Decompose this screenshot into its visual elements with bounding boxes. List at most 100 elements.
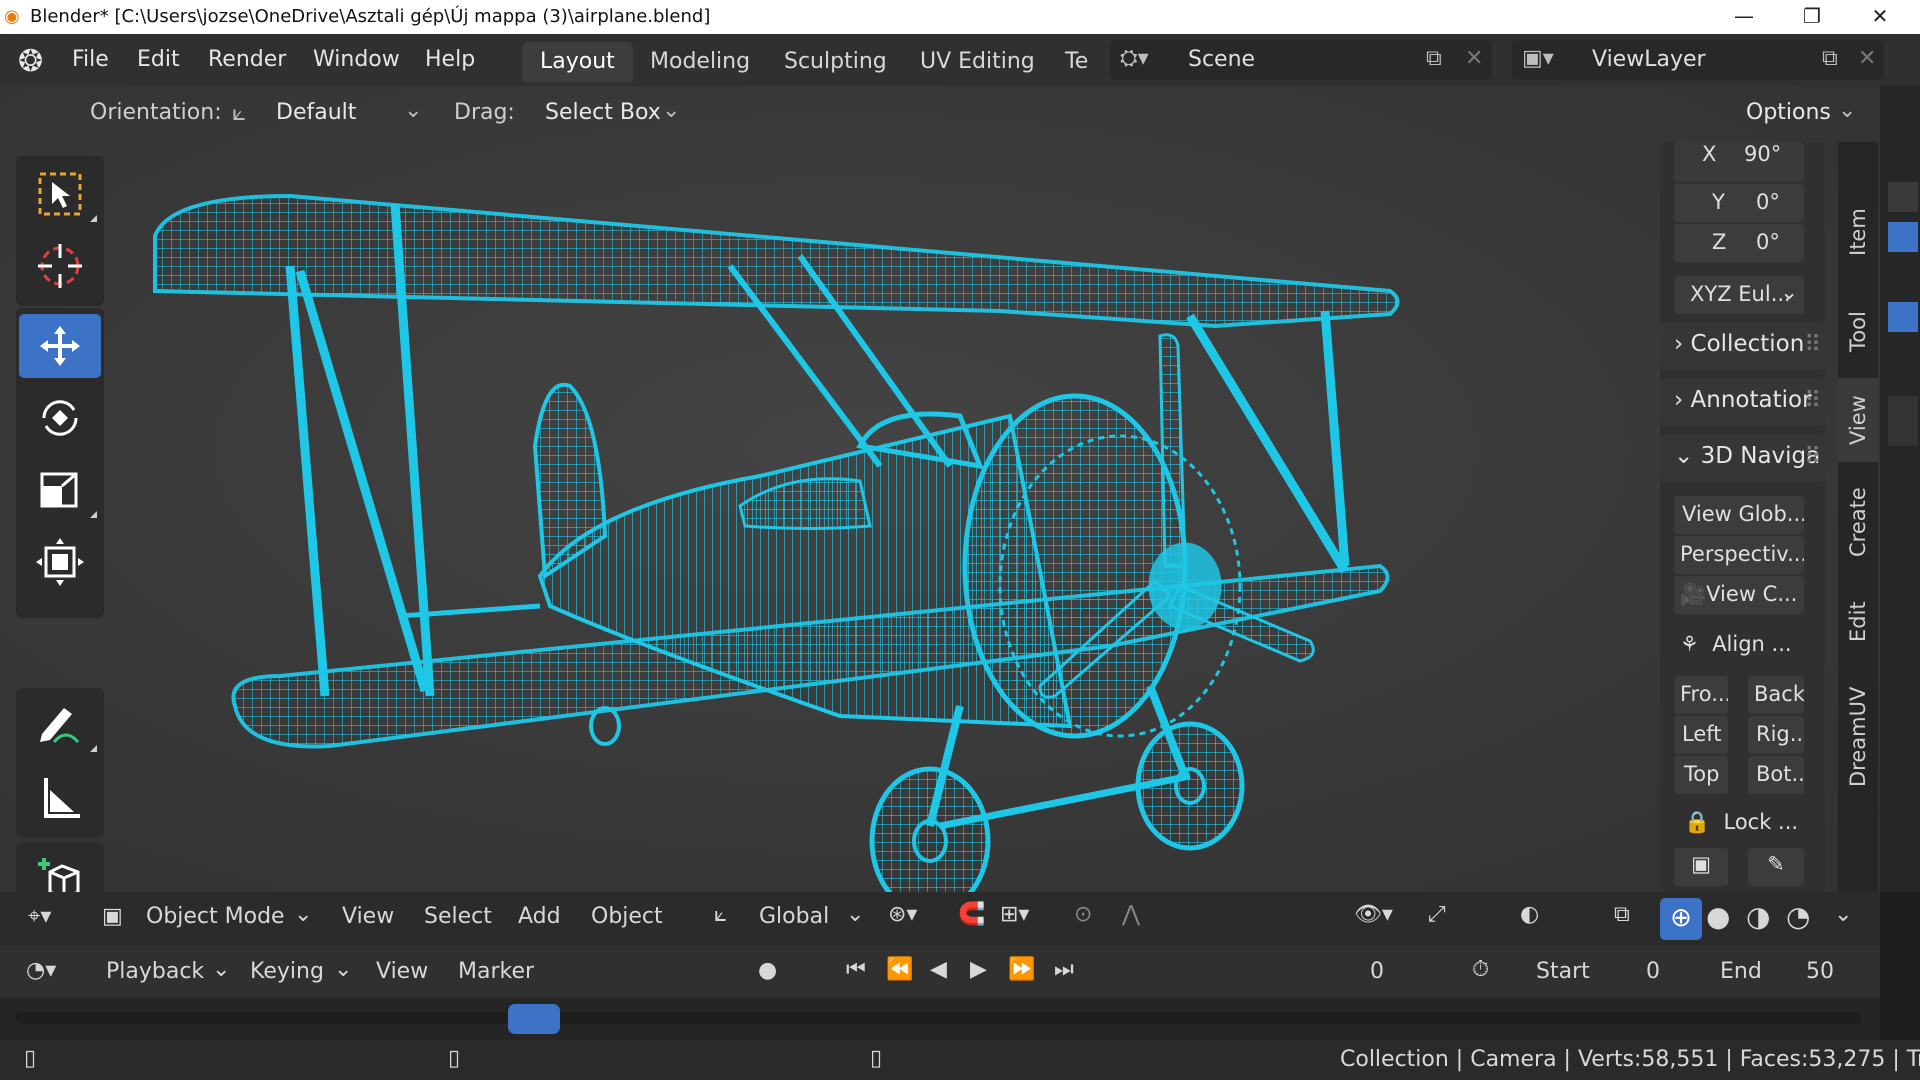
tab-edit[interactable]: Edit bbox=[1838, 582, 1878, 662]
rotation-y-field[interactable]: Y 0° bbox=[1674, 184, 1804, 222]
rotate-tool[interactable] bbox=[19, 386, 101, 450]
rotation-z-field[interactable]: Z 0° bbox=[1674, 224, 1804, 262]
restore-button[interactable]: ❐ bbox=[1778, 0, 1846, 34]
scale-tool[interactable] bbox=[19, 458, 101, 522]
eyedropper-icon[interactable]: ✎ bbox=[1748, 848, 1804, 886]
delete-view-layer-icon[interactable]: ✕ bbox=[1858, 46, 1876, 71]
blender-menu-icon[interactable]: ❂ bbox=[18, 44, 43, 79]
panel-3d-navigation[interactable]: ⌄ 3D Naviga ⠿ bbox=[1660, 434, 1825, 482]
prev-keyframe-icon[interactable]: ⏪ bbox=[886, 957, 913, 982]
menu-help[interactable]: Help bbox=[425, 47, 475, 72]
rotation-x-field[interactable]: X 90° bbox=[1674, 142, 1804, 182]
transform-orientation-dropdown[interactable]: Global bbox=[759, 904, 829, 929]
timeline-editor-icon[interactable]: ◔▾ bbox=[26, 958, 56, 983]
outliner-eye-icon[interactable] bbox=[1888, 182, 1918, 212]
solid-shading-icon[interactable]: ● bbox=[1706, 900, 1730, 933]
chevron-down-icon[interactable]: ⌄ bbox=[1838, 98, 1856, 123]
snap-target-icon[interactable]: ⊞▾ bbox=[1000, 902, 1029, 927]
overlay-icon[interactable]: ◐ bbox=[1520, 902, 1539, 927]
proportional-edit-icon[interactable]: ⊙ bbox=[1074, 902, 1092, 927]
annotate-tool[interactable] bbox=[19, 692, 101, 756]
tab-modeling[interactable]: Modeling bbox=[632, 42, 768, 82]
close-button[interactable]: ✕ bbox=[1846, 0, 1914, 34]
pivot-point-icon[interactable]: ⊛▾ bbox=[888, 902, 917, 927]
menu-window[interactable]: Window bbox=[313, 47, 400, 72]
view-camera-button[interactable]: 🎥View C... bbox=[1674, 576, 1804, 614]
select-box-tool[interactable] bbox=[19, 162, 101, 226]
new-view-layer-icon[interactable]: ⧉ bbox=[1822, 46, 1838, 71]
new-scene-icon[interactable]: ⧉ bbox=[1426, 46, 1442, 71]
menu-add[interactable]: Add bbox=[518, 904, 561, 929]
object-mode-dropdown[interactable]: Object Mode bbox=[146, 904, 285, 929]
playhead[interactable] bbox=[508, 1004, 560, 1034]
align-row[interactable]: ⚘ Align ... bbox=[1680, 632, 1792, 656]
xray-icon[interactable]: ⧉ bbox=[1614, 902, 1630, 927]
add-cube-tool[interactable] bbox=[19, 846, 101, 892]
perspective-button[interactable]: Perspectiv... bbox=[1674, 536, 1804, 574]
menu-keying[interactable]: Keying bbox=[250, 959, 324, 984]
menu-marker[interactable]: Marker bbox=[458, 959, 534, 984]
outliner-selected-row[interactable] bbox=[1888, 302, 1918, 332]
visibility-eye-icon[interactable]: 👁▾ bbox=[1354, 902, 1393, 927]
view-global-button[interactable]: View Glob... bbox=[1674, 496, 1804, 534]
record-icon[interactable]: ● bbox=[758, 958, 777, 983]
right-view-button[interactable]: Rig... bbox=[1748, 716, 1804, 754]
timeline-area[interactable] bbox=[0, 998, 1880, 1040]
options-dropdown[interactable]: Options bbox=[1746, 100, 1831, 125]
transform-tool[interactable] bbox=[19, 530, 101, 594]
top-view-button[interactable]: Top bbox=[1674, 756, 1728, 794]
outliner-selected-row[interactable] bbox=[1888, 222, 1918, 252]
bottom-view-button[interactable]: Bot... bbox=[1748, 756, 1804, 794]
timeline-scrollbar[interactable] bbox=[16, 1012, 1862, 1024]
chevron-down-icon[interactable]: ⌄ bbox=[212, 957, 230, 982]
measure-tool[interactable] bbox=[19, 766, 101, 830]
menu-file[interactable]: File bbox=[72, 47, 109, 72]
tab-uv-editing[interactable]: UV Editing bbox=[902, 42, 1053, 82]
tab-item[interactable]: Item bbox=[1838, 182, 1878, 282]
minimize-button[interactable]: — bbox=[1710, 0, 1778, 34]
menu-edit[interactable]: Edit bbox=[137, 47, 180, 72]
tab-create[interactable]: Create bbox=[1838, 472, 1878, 572]
rendered-shading-icon[interactable]: ◔ bbox=[1786, 900, 1810, 933]
scene-selector[interactable]: ⛭▾ Scene ⧉ ✕ bbox=[1110, 40, 1492, 80]
back-view-button[interactable]: Back bbox=[1748, 676, 1804, 714]
wireframe-shading-icon[interactable]: ⊕ bbox=[1660, 898, 1702, 940]
panel-collection[interactable]: › Collection ⠿ bbox=[1660, 322, 1825, 370]
end-frame-field[interactable]: 50 bbox=[1806, 959, 1834, 984]
panel-annotations[interactable]: › Annotatior ⠿ bbox=[1660, 378, 1825, 426]
chevron-down-icon[interactable]: ⌄ bbox=[1834, 902, 1852, 927]
frame-selected-icon[interactable]: ▣ bbox=[1674, 848, 1728, 886]
3d-viewport[interactable]: Orientation: ⟀ Default ⌄ Drag: Select Bo… bbox=[0, 86, 1880, 892]
tab-layout[interactable]: Layout bbox=[522, 42, 633, 82]
play-reverse-icon[interactable]: ◀ bbox=[930, 957, 947, 982]
properties-tab-icon[interactable] bbox=[1888, 396, 1918, 446]
rotation-mode-dropdown[interactable]: XYZ Eul... ⌄ bbox=[1674, 276, 1804, 314]
snap-icon[interactable]: 🧲 bbox=[958, 902, 985, 927]
gizmo-icon[interactable]: ⤢ bbox=[1428, 902, 1446, 927]
tab-texture-paint[interactable]: Te bbox=[1047, 42, 1092, 82]
next-keyframe-icon[interactable]: ⏩ bbox=[1008, 957, 1035, 982]
stopwatch-icon[interactable]: ⏱ bbox=[1472, 957, 1489, 982]
menu-render[interactable]: Render bbox=[208, 47, 286, 72]
front-view-button[interactable]: Fro... bbox=[1674, 676, 1728, 714]
jump-end-icon[interactable]: ⏭ bbox=[1054, 957, 1074, 982]
lock-row[interactable]: 🔒 Lock ... bbox=[1684, 810, 1798, 835]
falloff-icon[interactable]: ⋀ bbox=[1122, 902, 1140, 927]
tab-view[interactable]: View bbox=[1838, 378, 1878, 462]
play-icon[interactable]: ▶ bbox=[970, 957, 987, 982]
menu-object[interactable]: Object bbox=[591, 904, 663, 929]
menu-select[interactable]: Select bbox=[424, 904, 492, 929]
chevron-down-icon[interactable]: ⌄ bbox=[294, 902, 312, 927]
tab-tool[interactable]: Tool bbox=[1838, 292, 1878, 372]
drag-handle-icon[interactable]: ⠿ bbox=[1804, 332, 1821, 358]
left-view-button[interactable]: Left bbox=[1674, 716, 1728, 754]
editor-type-icon[interactable]: ⌖▾ bbox=[28, 904, 51, 929]
tab-dreamuv[interactable]: DreamUV bbox=[1838, 672, 1878, 802]
drag-handle-icon[interactable]: ⠿ bbox=[1804, 388, 1821, 414]
airplane-wireframe-model[interactable] bbox=[0, 86, 1650, 892]
chevron-down-icon[interactable]: ⌄ bbox=[846, 902, 864, 927]
delete-scene-icon[interactable]: ✕ bbox=[1465, 46, 1483, 71]
start-frame-field[interactable]: 0 bbox=[1646, 959, 1660, 984]
drag-handle-icon[interactable]: ⠿ bbox=[1804, 444, 1821, 470]
view-layer-selector[interactable]: ▣▾ ViewLayer ⧉ ✕ bbox=[1512, 40, 1884, 80]
